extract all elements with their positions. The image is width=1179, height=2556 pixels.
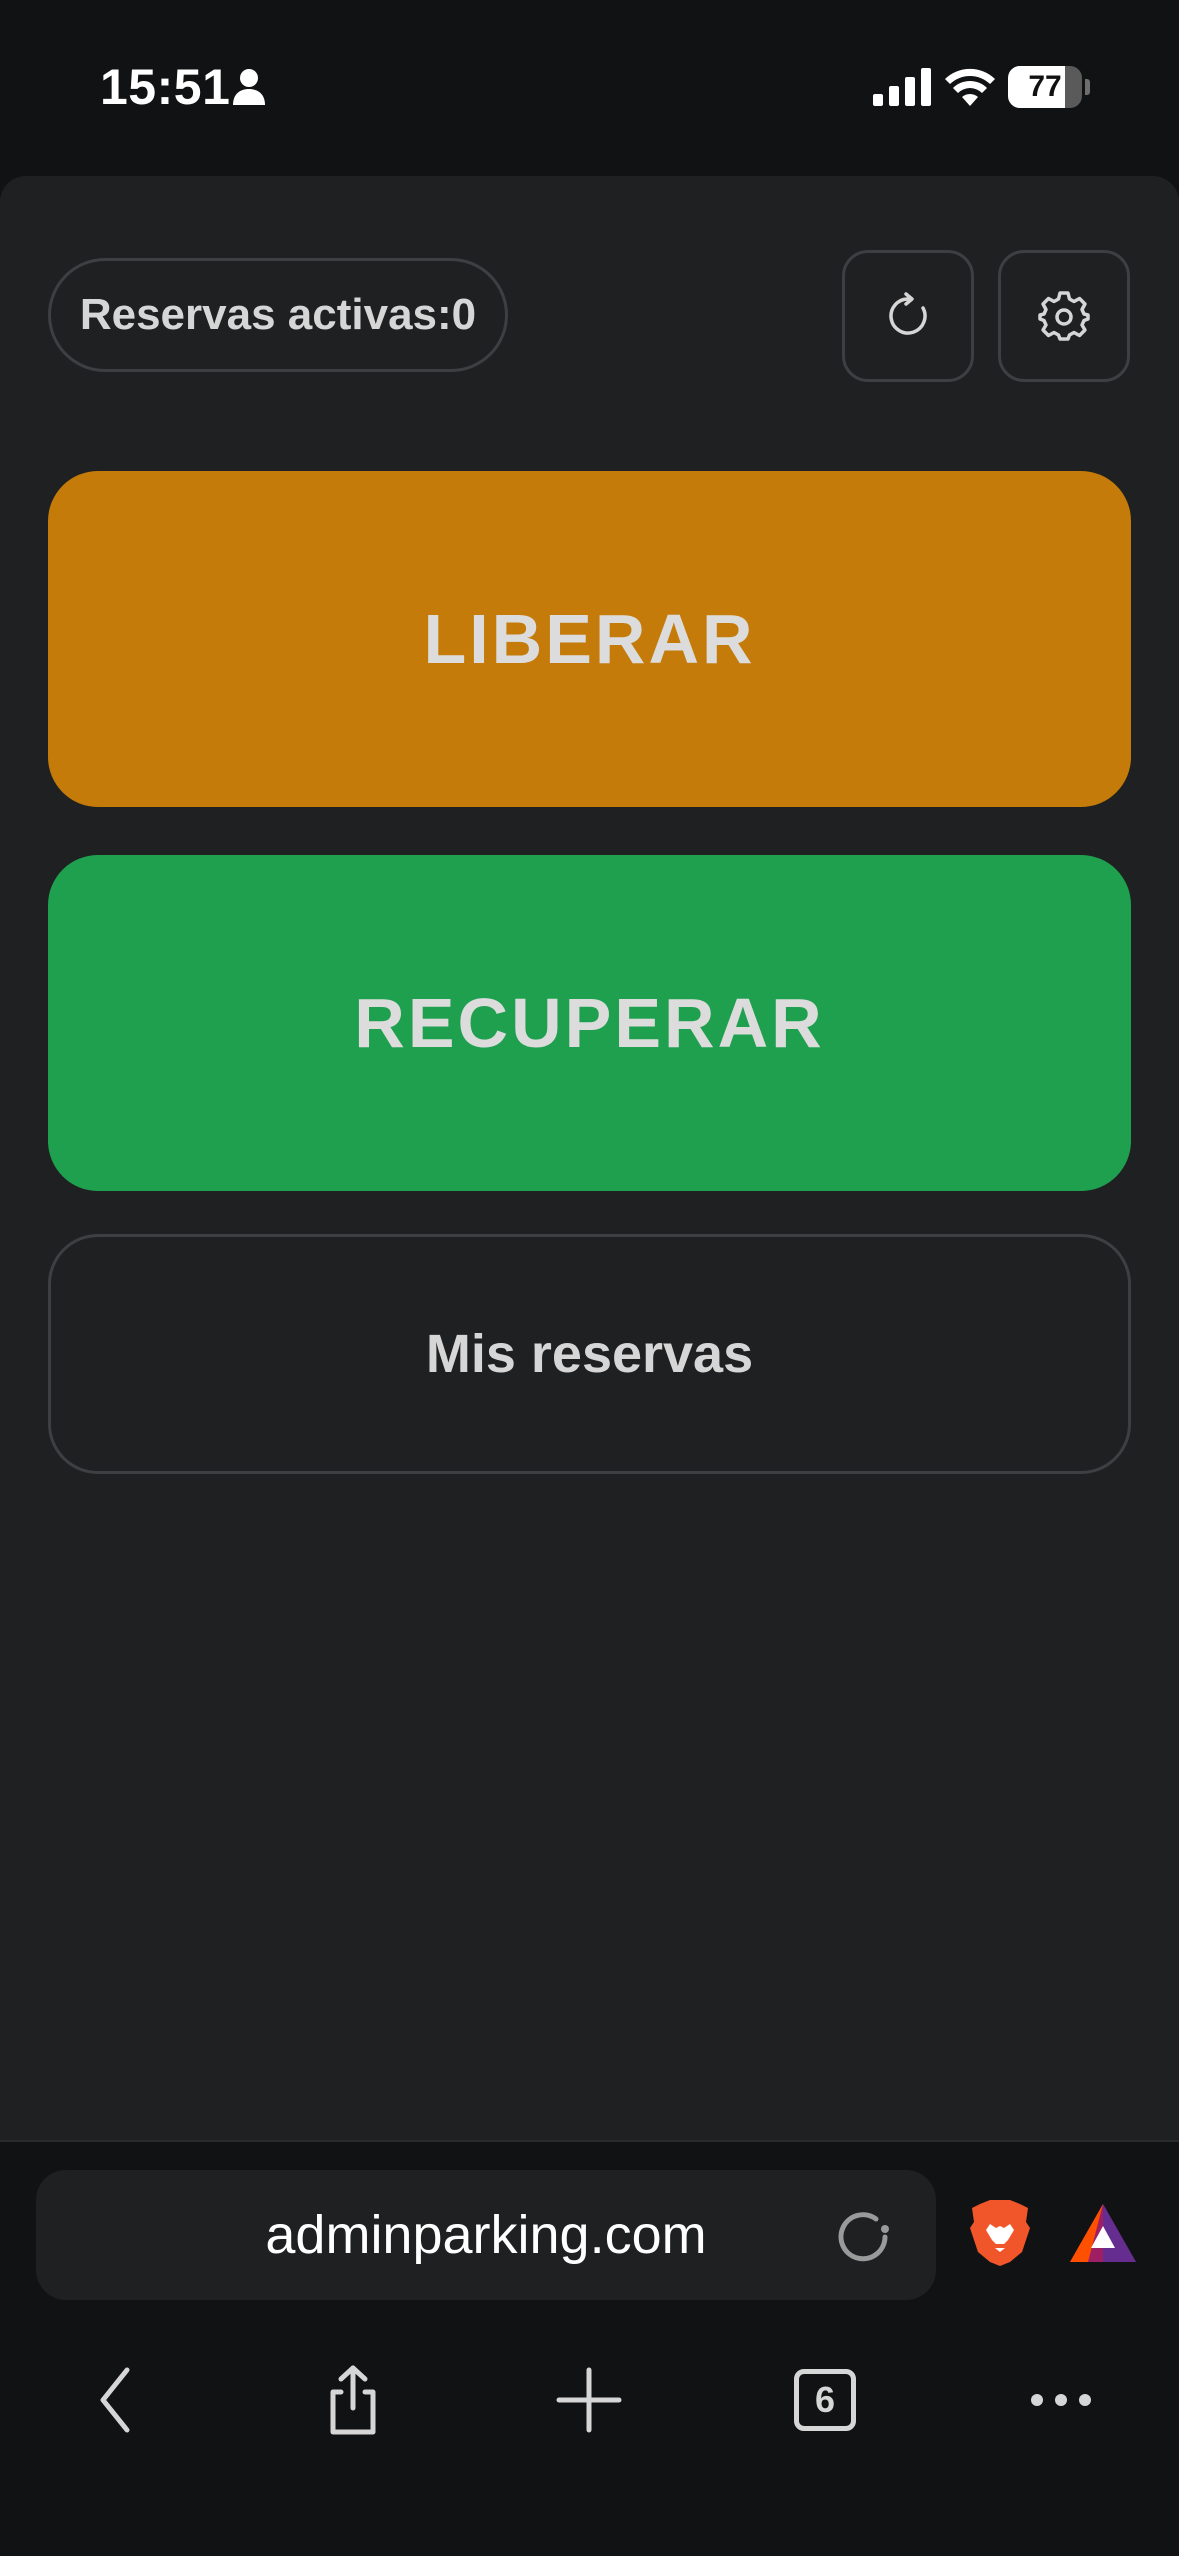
tabs-icon: 6	[794, 2369, 856, 2431]
battery-level: 77	[1028, 70, 1062, 103]
reload-icon[interactable]	[832, 2206, 894, 2268]
my-reservations-label: Mis reservas	[425, 1324, 754, 1384]
status-bar: 15:51 77	[0, 0, 1179, 176]
tab-count: 6	[814, 2379, 836, 2420]
refresh-button[interactable]	[842, 250, 974, 382]
browser-toolbar: adminparking.com 6	[0, 2140, 1179, 2556]
active-reservations-label: Reservas activas:0	[79, 290, 477, 339]
cellular-signal-icon	[873, 68, 931, 106]
active-reservations-badge: Reservas activas:0	[48, 258, 508, 372]
refresh-icon	[889, 292, 927, 335]
back-button[interactable]	[57, 2340, 177, 2460]
back-icon	[100, 2367, 130, 2433]
more-button[interactable]	[1001, 2340, 1121, 2460]
browser-nav-row: 6	[0, 2340, 1179, 2460]
my-reservations-button[interactable]: Mis reservas	[48, 1234, 1131, 1474]
status-time: 15:51	[100, 59, 231, 115]
settings-button[interactable]	[998, 250, 1130, 382]
battery-icon: 77	[1008, 66, 1090, 108]
bat-rewards-icon[interactable]	[1068, 2202, 1138, 2264]
release-button-label: LIBERAR	[423, 600, 756, 678]
tabs-button[interactable]: 6	[765, 2340, 885, 2460]
recover-button[interactable]: RECUPERAR	[48, 855, 1131, 1191]
new-tab-button[interactable]	[529, 2340, 649, 2460]
wifi-icon	[945, 68, 995, 106]
app-page: Reservas activas:0 LIBERAR RECUPERAR Mis…	[0, 176, 1179, 2140]
share-button[interactable]	[293, 2340, 413, 2460]
url-text: adminparking.com	[265, 2205, 707, 2265]
more-icon	[1031, 2394, 1091, 2406]
share-icon	[330, 2365, 376, 2435]
recover-button-label: RECUPERAR	[354, 984, 825, 1062]
person-icon	[233, 69, 265, 105]
new-tab-icon	[556, 2367, 622, 2433]
release-button[interactable]: LIBERAR	[48, 471, 1131, 807]
brave-lion-icon[interactable]	[968, 2198, 1032, 2268]
address-bar[interactable]: adminparking.com	[36, 2170, 936, 2300]
gear-icon	[1038, 291, 1090, 341]
